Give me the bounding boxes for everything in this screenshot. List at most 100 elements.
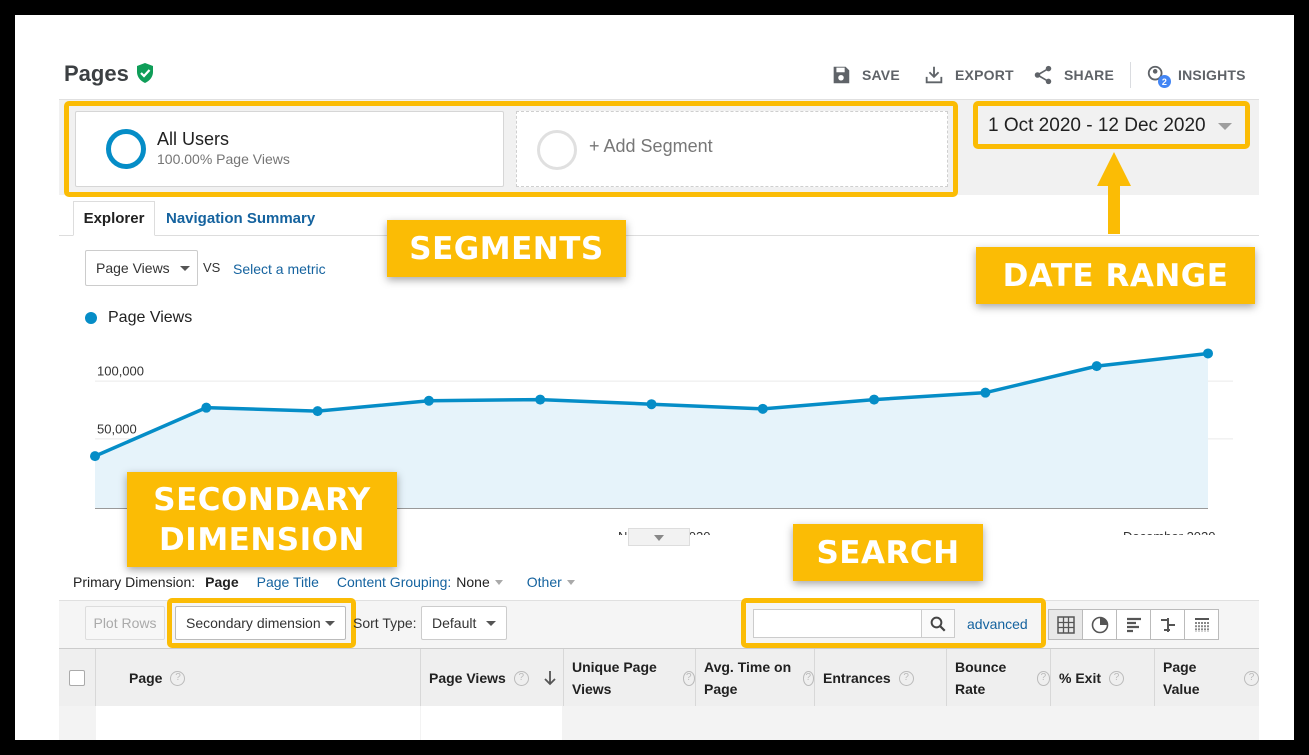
data-point [757,403,768,414]
primary-dimension-current: Page [205,574,239,590]
sort-descending-icon [544,671,556,686]
comparison-view-button[interactable] [1150,609,1185,640]
x-tick-label: December 2020 [1123,529,1216,535]
chevron-down-icon [494,579,503,585]
column-header-page-views[interactable]: Page Views? [420,649,563,707]
page-title-dimension-link[interactable]: Page Title [257,574,319,590]
select-all-checkbox[interactable] [69,670,85,686]
plot-rows-button[interactable]: Plot Rows [85,606,165,640]
pie-chart-icon [1091,616,1108,633]
help-icon[interactable]: ? [898,670,914,686]
table-cell [96,706,420,740]
table-cell [421,706,562,740]
date-range-highlight [973,101,1250,149]
secondary-dimension-highlight [167,598,356,648]
help-icon[interactable]: ? [170,670,186,686]
chevron-down-icon [486,620,496,626]
chevron-down-icon [179,265,190,271]
column-header-bounce-rate[interactable]: Bounce Rate? [946,649,1050,707]
data-point [535,394,546,405]
column-header-unique-page-views[interactable]: Unique Page Views? [563,649,695,707]
help-icon[interactable]: ? [1109,670,1125,686]
search-highlight [741,598,1046,648]
primary-dimension-label: Primary Dimension: [73,574,196,590]
chart-collapse-toggle[interactable] [628,528,690,546]
table-row [59,706,1259,740]
column-header-page-value[interactable]: Page Value? [1154,649,1259,707]
column-header-exit[interactable]: % Exit? [1050,649,1154,707]
insights-button[interactable]: 2 INSIGHTS [1146,63,1246,88]
segments-callout: SEGMENTS [387,220,626,277]
data-point [423,395,434,406]
chevron-down-icon [566,579,575,585]
tab-explorer[interactable]: Explorer [73,201,155,236]
secondary-dimension-callout: SECONDARY DIMENSION [127,472,397,567]
y-tick-label: 100,000 [97,364,144,379]
table-view-button[interactable] [1048,609,1083,640]
export-icon [925,66,943,84]
save-button[interactable]: SAVE [830,63,900,87]
pivot-icon [1194,617,1209,632]
data-point [312,406,323,417]
view-switcher [1048,609,1219,640]
analytics-report: Pages SAVE EXPORT SHARE 2 INSIGHTS All U… [15,15,1294,740]
y-tick-label: 50,000 [97,421,137,436]
insights-badge: 2 [1158,75,1171,88]
column-header-avg-time-on-page[interactable]: Avg. Time on Page? [695,649,814,707]
data-point [90,451,100,462]
share-button[interactable]: SHARE [1032,63,1114,87]
help-icon[interactable]: ? [1244,670,1259,686]
export-label: EXPORT [955,67,1014,83]
help-icon[interactable]: ? [513,670,529,686]
share-label: SHARE [1064,67,1115,83]
export-button[interactable]: EXPORT [923,63,1014,87]
save-icon [833,66,850,84]
performance-view-button[interactable] [1116,609,1151,640]
pivot-view-button[interactable] [1184,609,1219,640]
data-point [646,399,657,410]
sort-type-dropdown[interactable]: Default [421,606,507,640]
data-point [869,394,880,405]
sort-type-value: Default [432,615,477,631]
table-header: Page? Page Views? Unique Page Views? Avg… [59,648,1259,707]
x-tick-label: ... [88,529,99,535]
date-range-callout: DATE RANGE [976,247,1255,304]
pie-view-button[interactable] [1082,609,1117,640]
header-divider [1130,62,1131,88]
column-header-page[interactable]: Page? [95,649,420,707]
select-metric-link[interactable]: Select a metric [233,261,326,277]
tab-divider [59,235,1259,236]
bar-chart-icon [1126,617,1141,632]
metric-dropdown-value: Page Views [96,260,170,276]
insights-icon: 2 [1146,64,1171,88]
vs-label: VS [203,260,221,275]
primary-dimension-row: Primary Dimension: Page Page Title Conte… [73,574,575,590]
legend-label: Page Views [108,309,193,326]
other-dimension-link[interactable]: Other [527,574,562,590]
data-point [980,387,991,398]
verified-shield-icon [137,63,153,83]
data-point [201,402,212,413]
sort-type-label: Sort Type: [353,615,417,631]
search-callout: SEARCH [793,524,983,581]
data-point [1203,348,1213,359]
legend-dot-icon [85,312,97,324]
content-grouping-value[interactable]: None [456,574,489,590]
insights-label: INSIGHTS [1178,67,1246,83]
data-point [1091,361,1102,372]
save-label: SAVE [862,67,900,83]
column-header-entrances[interactable]: Entrances? [814,649,946,707]
content-grouping-link[interactable]: Content Grouping: [337,574,451,590]
metric-dropdown[interactable]: Page Views [85,250,198,286]
help-icon[interactable]: ? [802,670,814,686]
select-all-cell [59,649,95,707]
grid-icon [1056,615,1075,634]
tab-navigation-summary[interactable]: Navigation Summary [166,210,315,227]
chevron-down-icon [654,535,664,541]
comparison-icon [1160,617,1175,632]
share-icon [1034,65,1052,85]
segments-highlight [64,101,958,197]
page-title: Pages [64,61,129,86]
help-icon[interactable]: ? [1036,670,1050,686]
help-icon[interactable]: ? [682,670,695,686]
